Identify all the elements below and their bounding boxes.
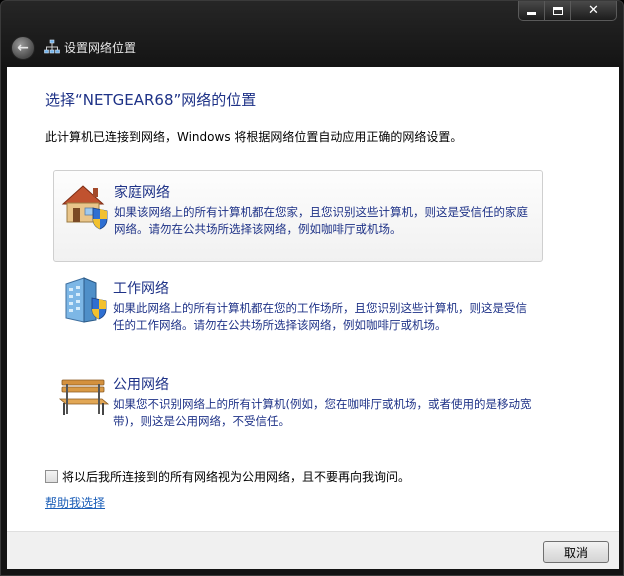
option-title: 公用网络 bbox=[113, 377, 169, 393]
page-heading: 选择“NETGEAR68”网络的位置 bbox=[45, 91, 257, 109]
close-button[interactable]: ✕ bbox=[571, 1, 617, 21]
checkbox-label: 将以后我所连接到的所有网络视为公用网络，且不要再向我询问。 bbox=[62, 470, 411, 484]
cancel-button[interactable]: 取消 bbox=[543, 541, 609, 563]
public-default-checkbox-row[interactable]: 将以后我所连接到的所有网络视为公用网络，且不要再向我询问。 bbox=[45, 468, 410, 485]
content-area: 选择“NETGEAR68”网络的位置 此计算机已连接到网络，Windows 将根… bbox=[7, 67, 619, 531]
dialog-footer: 取消 bbox=[7, 531, 619, 569]
network-icon bbox=[44, 39, 60, 54]
minimize-icon bbox=[527, 12, 536, 15]
option-home-network[interactable]: 家庭网络 如果该网络上的所有计算机都在您家，且您识别这些计算机，则这是受信任的家… bbox=[53, 170, 543, 262]
caption-buttons: ✕ bbox=[518, 1, 617, 22]
minimize-button[interactable] bbox=[518, 1, 545, 21]
option-work-network[interactable]: 工作网络 如果此网络上的所有计算机都在您的工作场所，且您识别这些计算机，则这是受… bbox=[53, 267, 543, 359]
maximize-icon bbox=[552, 6, 563, 15]
help-me-choose-link[interactable]: 帮助我选择 bbox=[45, 494, 105, 511]
option-title: 家庭网络 bbox=[114, 185, 170, 201]
maximize-button[interactable] bbox=[545, 1, 571, 21]
close-icon: ✕ bbox=[588, 3, 599, 18]
option-description: 如果此网络上的所有计算机都在您的工作场所，且您识别这些计算机，则这是受信任的工作… bbox=[113, 301, 527, 332]
home-network-icon bbox=[61, 185, 108, 230]
option-description: 如果您不识别网络上的所有计算机(例如，您在咖啡厅或机场，或者使用的是移动宽带)，… bbox=[113, 397, 532, 428]
option-title: 工作网络 bbox=[113, 281, 169, 297]
public-default-checkbox[interactable] bbox=[45, 470, 58, 483]
work-network-icon bbox=[65, 277, 107, 323]
option-description: 如果该网络上的所有计算机都在您家，且您识别这些计算机，则这是受信任的家庭网络。请… bbox=[114, 205, 528, 236]
back-button[interactable]: ← bbox=[11, 36, 35, 60]
dialog-window: ✕ ← 设置网络位置 选择“NETGEAR68”网络的位置 此计算机已连接到网络… bbox=[0, 0, 624, 576]
public-network-bench-icon bbox=[58, 379, 110, 415]
option-public-network[interactable]: 公用网络 如果您不识别网络上的所有计算机(例如，您在咖啡厅或机场，或者使用的是移… bbox=[53, 363, 543, 455]
back-arrow-icon: ← bbox=[17, 40, 29, 56]
window-title: 设置网络位置 bbox=[64, 41, 137, 55]
intro-text: 此计算机已连接到网络，Windows 将根据网络位置自动应用正确的网络设置。 bbox=[45, 130, 463, 144]
